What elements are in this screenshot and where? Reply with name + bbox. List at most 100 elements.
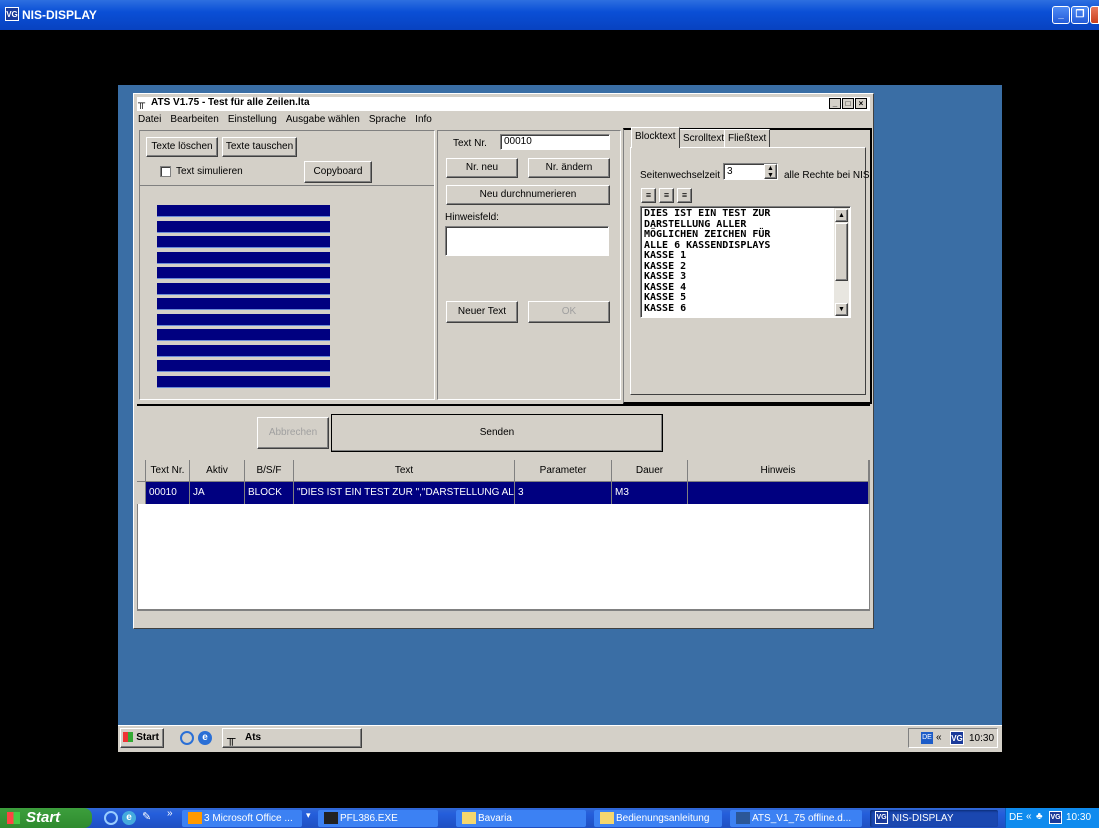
display-line (157, 251, 330, 264)
ats-titlebar: ╥ ATS V1.75 - Test für alle Zeilen.lta _… (137, 97, 870, 111)
console-icon (324, 812, 338, 824)
tab-blocktext[interactable]: Blocktext (631, 127, 680, 148)
outer-tray-vg-icon[interactable]: VG (1049, 811, 1062, 824)
outer-task-nis-display[interactable]: NIS-DISPLAY (870, 810, 998, 827)
tray-chevron-icon[interactable]: « (936, 732, 942, 743)
outer-clock: 10:30 (1066, 812, 1092, 823)
header-aktiv[interactable]: Aktiv (190, 460, 245, 482)
nr-aendern-button[interactable]: Nr. ändern (528, 158, 610, 178)
ie-icon[interactable]: e (198, 731, 212, 745)
ats-task-icon: ╥ (227, 731, 236, 745)
text-simulieren-checkbox[interactable] (160, 166, 171, 177)
texte-loeschen-button[interactable]: Texte löschen (146, 137, 218, 157)
text-nr-input[interactable]: 00010 (500, 134, 610, 150)
quicklaunch-desktop-icon[interactable] (104, 811, 118, 825)
tray-vg-icon[interactable]: VG (950, 731, 964, 745)
quicklaunch-more-icon[interactable]: » (167, 808, 173, 819)
abbrechen-button[interactable]: Abbrechen (257, 417, 329, 449)
row-selector[interactable] (137, 482, 146, 504)
display-line (157, 313, 330, 326)
hinweisfeld-label: Hinweisfeld: (445, 212, 499, 223)
menu-einstellung[interactable]: Einstellung (228, 114, 277, 125)
cell-aktiv[interactable]: JA (190, 482, 245, 504)
display-line (157, 298, 330, 310)
outer-minimize-button[interactable]: _ (1052, 6, 1070, 24)
cell-bsf[interactable]: BLOCK (245, 482, 294, 504)
ats-close-button[interactable]: × (855, 98, 867, 109)
outer-maximize-button[interactable]: ❐ (1071, 6, 1089, 24)
outer-tray-network-icon[interactable]: ♣ (1036, 811, 1043, 822)
display-line (157, 344, 330, 357)
neu-durchnumerieren-button[interactable]: Neu durchnumerieren (446, 185, 610, 205)
header-bsf[interactable]: B/S/F (245, 460, 294, 482)
tray-lang-icon[interactable]: DE (921, 732, 933, 744)
align-left-icon[interactable]: ≡ (641, 188, 656, 203)
ats-minimize-button[interactable]: _ (829, 98, 841, 109)
cell-hinweis[interactable] (688, 482, 869, 504)
menu-ausgabe-waehlen[interactable]: Ausgabe wählen (286, 114, 360, 125)
inner-clock: 10:30 (969, 733, 995, 744)
header-hinweis[interactable]: Hinweis (688, 460, 869, 482)
hinweisfeld-input[interactable] (445, 226, 609, 256)
outer-close-button[interactable] (1090, 6, 1099, 24)
menu-bearbeiten[interactable]: Bearbeiten (170, 114, 218, 125)
menu-info[interactable]: Info (415, 114, 432, 125)
align-center-icon[interactable]: ≡ (659, 188, 674, 203)
display-line (157, 375, 330, 388)
menu-bar: Datei Bearbeiten Einstellung Ausgabe wäh… (138, 113, 438, 127)
rechte-label: alle Rechte bei NIS (784, 170, 870, 181)
cell-parameter[interactable]: 3 (515, 482, 612, 504)
display-line (157, 360, 330, 372)
header-text-nr[interactable]: Text Nr. (146, 460, 190, 482)
blocktext-content: DIES IST EIN TEST ZUR DARSTELLUNG ALLER … (644, 208, 771, 314)
header-parameter[interactable]: Parameter (515, 460, 612, 482)
scroll-down-icon[interactable]: ▼ (835, 303, 848, 316)
tab-scrolltext[interactable]: Scrolltext (679, 129, 729, 147)
office-icon (188, 812, 202, 824)
display-line (157, 220, 330, 233)
blocktext-textarea[interactable]: DIES IST EIN TEST ZUR DARSTELLUNG ALLER … (640, 206, 851, 318)
text-simulieren-label: Text simulieren (176, 166, 243, 177)
ats-maximize-button[interactable]: □ (842, 98, 854, 109)
display-line (157, 236, 330, 248)
copyboard-button[interactable]: Copyboard (304, 161, 372, 183)
display-line (157, 267, 330, 279)
desktop-icon[interactable] (180, 731, 194, 745)
ok-button[interactable]: OK (528, 301, 610, 323)
quicklaunch-ie-icon[interactable]: e (122, 811, 136, 825)
menu-datei[interactable]: Datei (138, 114, 161, 125)
nr-neu-button[interactable]: Nr. neu (446, 158, 518, 178)
display-line (157, 205, 330, 217)
header-text[interactable]: Text (294, 460, 515, 482)
cell-dauer[interactable]: M3 (612, 482, 688, 504)
spinner-arrows-icon[interactable]: ▲ ▼ (764, 164, 777, 179)
office-group-arrow-icon[interactable]: ▾ (306, 810, 311, 821)
folder-icon (462, 812, 476, 824)
cell-text-nr[interactable]: 00010 (146, 482, 190, 504)
ats-app-icon: ╥ (138, 98, 146, 109)
ats-window-title: ATS V1.75 - Test für alle Zeilen.lta (151, 97, 310, 108)
outer-lang-indicator[interactable]: DE (1009, 812, 1023, 823)
cell-text[interactable]: "DIES IST EIN TEST ZUR ","DARSTELLUNG AL… (294, 482, 515, 504)
texte-tauschen-button[interactable]: Texte tauschen (222, 137, 297, 157)
quicklaunch-media-icon[interactable]: ✎ (142, 810, 151, 823)
inner-task-ats[interactable]: Ats (222, 728, 362, 748)
nis-task-icon: VG (875, 811, 888, 824)
outer-tray-chevron-icon[interactable]: « (1026, 811, 1032, 822)
header-dauer[interactable]: Dauer (612, 460, 688, 482)
status-bar (137, 610, 870, 626)
xp-flag-icon (7, 812, 20, 824)
senden-button[interactable]: Senden (331, 414, 663, 452)
text-nr-label: Text Nr. (453, 138, 487, 149)
align-right-icon[interactable]: ≡ (677, 188, 692, 203)
action-bar-divider (137, 404, 870, 406)
scroll-up-icon[interactable]: ▲ (835, 209, 848, 222)
scroll-thumb[interactable] (835, 223, 848, 281)
windows-flag-icon (123, 732, 133, 742)
menu-sprache[interactable]: Sprache (369, 114, 406, 125)
left-panel-divider (140, 185, 434, 186)
tab-fliesstext[interactable]: Fließtext (724, 129, 771, 147)
nis-display-logo-icon: VG (5, 7, 19, 21)
word-icon (736, 812, 750, 824)
neuer-text-button[interactable]: Neuer Text (446, 301, 518, 323)
